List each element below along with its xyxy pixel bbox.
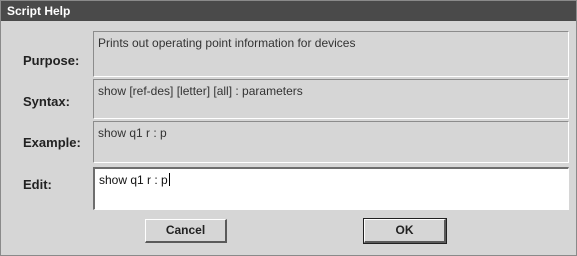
- dialog-title: Script Help: [1, 1, 576, 21]
- edit-label: Edit:: [23, 177, 52, 192]
- example-field: show q1 r : p: [93, 121, 569, 163]
- cancel-button[interactable]: Cancel: [145, 219, 227, 243]
- script-help-dialog: Script Help Purpose: Prints out operatin…: [0, 0, 577, 256]
- syntax-field: show [ref-des] [letter] [all] : paramete…: [93, 79, 569, 119]
- edit-input-text: show q1 r : p: [99, 173, 168, 187]
- edit-input[interactable]: show q1 r : p: [93, 167, 569, 210]
- example-label: Example:: [23, 135, 81, 150]
- purpose-field: Prints out operating point information f…: [93, 31, 569, 77]
- ok-button[interactable]: OK: [363, 218, 447, 244]
- text-caret: [168, 173, 170, 186]
- purpose-label: Purpose:: [23, 53, 80, 68]
- syntax-label: Syntax:: [23, 94, 70, 109]
